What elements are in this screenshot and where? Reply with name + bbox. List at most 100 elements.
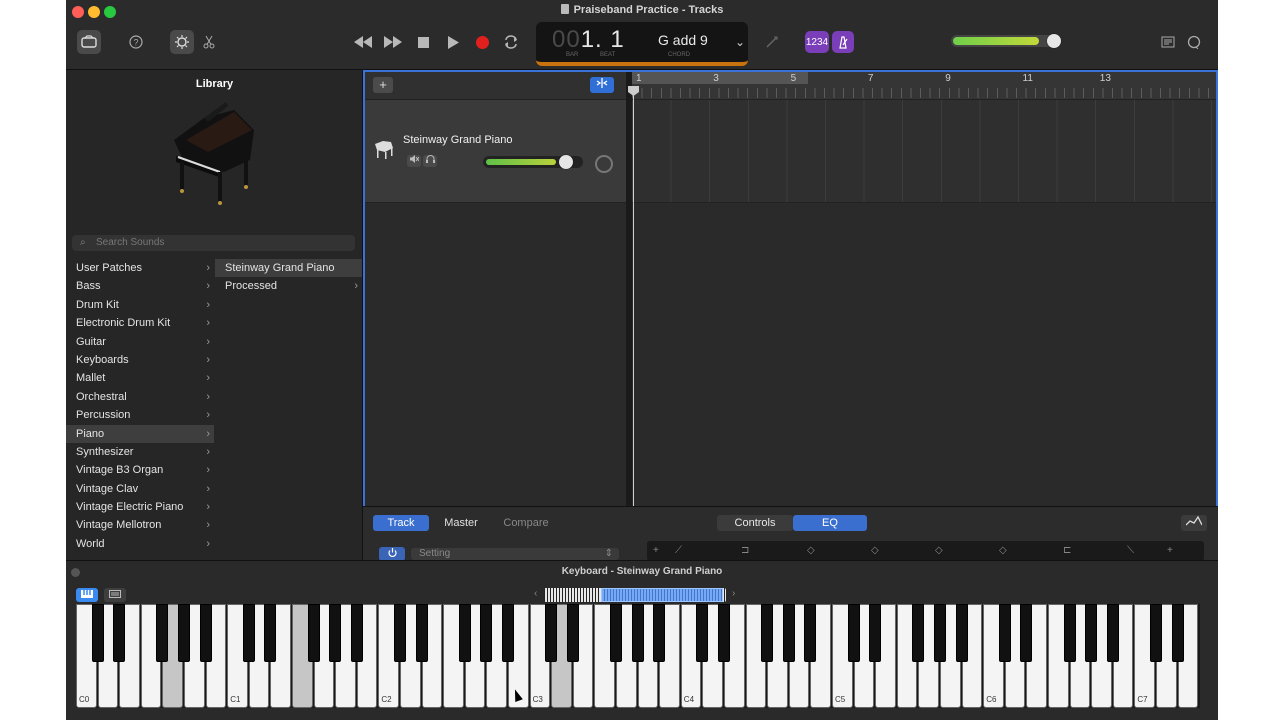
black-key[interactable] xyxy=(91,604,104,662)
tab-master[interactable]: Master xyxy=(433,515,489,531)
black-key[interactable] xyxy=(394,604,406,662)
black-key[interactable] xyxy=(869,604,882,662)
black-key[interactable] xyxy=(718,604,730,662)
black-key[interactable] xyxy=(480,604,493,662)
help-button[interactable]: ? xyxy=(126,30,146,54)
range-right-chevron-icon[interactable]: › xyxy=(732,588,735,599)
tab-track[interactable]: Track xyxy=(373,515,429,531)
timeline-ruler[interactable]: 1 3 5 7 9 11 13 xyxy=(632,72,1216,100)
workspace-empty-area[interactable] xyxy=(632,203,1216,506)
category-item[interactable]: User Patches › xyxy=(66,259,214,277)
black-key[interactable] xyxy=(696,604,709,662)
tab-controls[interactable]: Controls xyxy=(717,515,793,531)
track-volume-knob[interactable] xyxy=(559,155,573,169)
category-item[interactable]: Mallet › xyxy=(66,369,214,387)
mute-button[interactable] xyxy=(407,155,421,167)
black-key[interactable] xyxy=(1171,604,1184,662)
eq-highshelf-icon[interactable]: ⊏ xyxy=(1063,545,1071,556)
eq-band1-icon[interactable]: ◇ xyxy=(807,545,815,556)
notepad-button[interactable] xyxy=(1158,30,1178,54)
stop-button[interactable] xyxy=(414,30,432,54)
category-item[interactable]: Bass › xyxy=(66,277,214,295)
editors-button[interactable] xyxy=(200,30,218,54)
black-key[interactable] xyxy=(545,604,558,662)
track-header-empty-area[interactable] xyxy=(365,203,626,506)
play-button[interactable] xyxy=(444,30,462,54)
master-volume-slider[interactable] xyxy=(951,34,1061,48)
eq-lowshelf-icon[interactable]: ⊐ xyxy=(741,545,749,556)
track-name[interactable]: Steinway Grand Piano xyxy=(403,134,512,146)
black-key[interactable] xyxy=(1085,604,1098,662)
category-item[interactable]: Piano › xyxy=(66,424,214,443)
tab-eq[interactable]: EQ xyxy=(793,515,867,531)
count-in-button[interactable]: 1234 xyxy=(805,31,829,53)
category-item[interactable]: World › xyxy=(66,535,214,553)
black-key[interactable] xyxy=(566,604,579,662)
category-item[interactable]: Vintage B3 Organ › xyxy=(66,461,214,479)
black-key[interactable] xyxy=(178,604,190,662)
black-key[interactable] xyxy=(156,604,169,662)
rewind-button[interactable] xyxy=(352,30,374,54)
category-item[interactable]: Electronic Drum Kit › xyxy=(66,314,214,332)
typing-mode-button[interactable] xyxy=(104,588,126,602)
category-item[interactable]: Synthesizer › xyxy=(66,443,214,461)
eq-band2-icon[interactable]: ◇ xyxy=(871,545,879,556)
tuner-button[interactable] xyxy=(762,30,782,54)
track-volume-slider[interactable] xyxy=(483,155,583,169)
keyboard-range-overview[interactable] xyxy=(544,588,726,602)
category-item[interactable]: Drum Kit › xyxy=(66,296,214,314)
black-key[interactable] xyxy=(264,604,277,662)
lcd-mode-chevron-icon[interactable]: ⌄ xyxy=(735,35,745,49)
metronome-button[interactable] xyxy=(832,31,854,53)
category-item[interactable]: Keyboards › xyxy=(66,351,214,369)
black-key[interactable] xyxy=(329,604,342,662)
black-key[interactable] xyxy=(1063,604,1076,662)
black-key[interactable] xyxy=(242,604,255,662)
black-key[interactable] xyxy=(350,604,363,662)
black-key[interactable] xyxy=(782,604,795,662)
lcd-display[interactable]: 001. 1 BAR BEAT G add 9 CHORD ⌄ xyxy=(536,22,748,66)
eq-lowcut-icon[interactable]: ⟋ xyxy=(675,545,682,556)
search-sounds-field[interactable]: ⌕ Search Sounds xyxy=(72,235,355,251)
fast-forward-button[interactable] xyxy=(382,30,404,54)
category-item[interactable]: Vintage Mellotron › xyxy=(66,516,214,534)
black-key[interactable] xyxy=(847,604,860,662)
add-track-button[interactable]: + xyxy=(373,77,393,93)
category-item[interactable]: Orchestral › xyxy=(66,388,214,406)
solo-button[interactable] xyxy=(423,155,437,167)
black-key[interactable] xyxy=(912,604,925,662)
black-key[interactable] xyxy=(113,604,126,662)
black-key[interactable] xyxy=(307,604,320,662)
eq-band4-icon[interactable]: ◇ xyxy=(999,545,1007,556)
eq-band-strip[interactable]: + ⟋ ⊐ ◇ ◇ ◇ ◇ ⊏ ⟍ + xyxy=(647,541,1204,561)
playhead[interactable] xyxy=(633,86,634,506)
catch-playhead-button[interactable] xyxy=(590,77,614,93)
library-button[interactable] xyxy=(77,30,101,54)
black-key[interactable] xyxy=(955,604,968,662)
record-button[interactable] xyxy=(472,30,492,54)
keyboard-mode-button[interactable] xyxy=(76,588,98,602)
black-key[interactable] xyxy=(998,604,1011,662)
category-item[interactable]: Percussion › xyxy=(66,406,214,424)
track-lane[interactable] xyxy=(632,100,1216,203)
cycle-region[interactable] xyxy=(632,72,808,84)
cycle-button[interactable] xyxy=(500,30,522,54)
black-key[interactable] xyxy=(804,604,817,662)
tab-compare[interactable]: Compare xyxy=(493,515,559,531)
black-key[interactable] xyxy=(502,604,514,662)
black-key[interactable] xyxy=(1020,604,1033,662)
track-pan-knob[interactable] xyxy=(595,155,613,173)
eq-setting-dropdown[interactable]: Setting ⇕ xyxy=(411,548,619,560)
category-item[interactable]: Vintage Clav › xyxy=(66,480,214,498)
loops-button[interactable] xyxy=(1184,30,1204,54)
visible-range-window[interactable] xyxy=(601,588,723,602)
eq-power-button[interactable] xyxy=(379,547,405,561)
black-key[interactable] xyxy=(653,604,666,662)
black-key[interactable] xyxy=(761,604,774,662)
smart-controls-button[interactable] xyxy=(170,30,194,54)
patch-item[interactable]: Steinway Grand Piano xyxy=(215,259,362,278)
patch-item[interactable]: Processed › xyxy=(215,277,362,295)
black-key[interactable] xyxy=(1150,604,1162,662)
black-key[interactable] xyxy=(199,604,212,662)
master-volume-knob[interactable] xyxy=(1047,34,1061,48)
